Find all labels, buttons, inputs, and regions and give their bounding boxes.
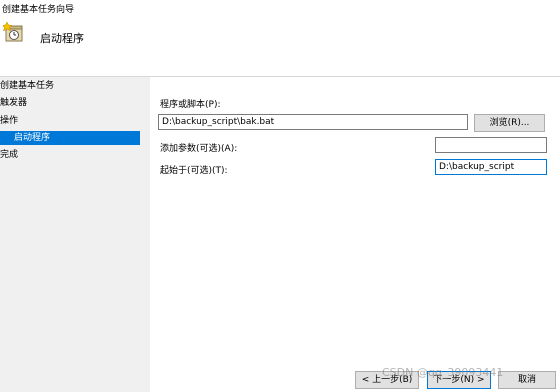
wizard-steps: 创建基本任务 触发器 操作 启动程序 完成 — [0, 77, 150, 392]
browse-button[interactable]: 浏览(R)... — [474, 114, 545, 132]
task-clock-icon — [3, 22, 23, 42]
title-bar: 创建基本任务向导 — [0, 0, 560, 16]
step-trigger[interactable]: 触发器 — [0, 96, 27, 110]
step-action[interactable]: 操作 — [0, 114, 18, 128]
steps-heading: 创建基本任务 — [0, 81, 55, 91]
program-input[interactable] — [158, 114, 468, 130]
arguments-input[interactable] — [435, 137, 547, 153]
window-title: 创建基本任务向导 — [2, 5, 75, 15]
step-start-program-label: 启动程序 — [14, 133, 51, 143]
cancel-button[interactable]: 取消 — [498, 371, 556, 389]
main-content: 程序或脚本(P): 浏览(R)... 添加参数(可选)(A): 起始于(可选)(… — [150, 77, 560, 392]
watermark: CSDN @qq_39093441 — [382, 366, 504, 379]
step-finish[interactable]: 完成 — [0, 148, 18, 162]
step-start-program[interactable]: 启动程序 — [0, 131, 140, 145]
arguments-label: 添加参数(可选)(A): — [160, 144, 238, 154]
wizard-header: 启动程序 — [0, 16, 560, 76]
start-in-label: 起始于(可选)(T): — [160, 166, 228, 176]
program-label: 程序或脚本(P): — [160, 100, 221, 110]
page-title: 启动程序 — [40, 32, 84, 45]
start-in-input[interactable] — [435, 159, 547, 175]
